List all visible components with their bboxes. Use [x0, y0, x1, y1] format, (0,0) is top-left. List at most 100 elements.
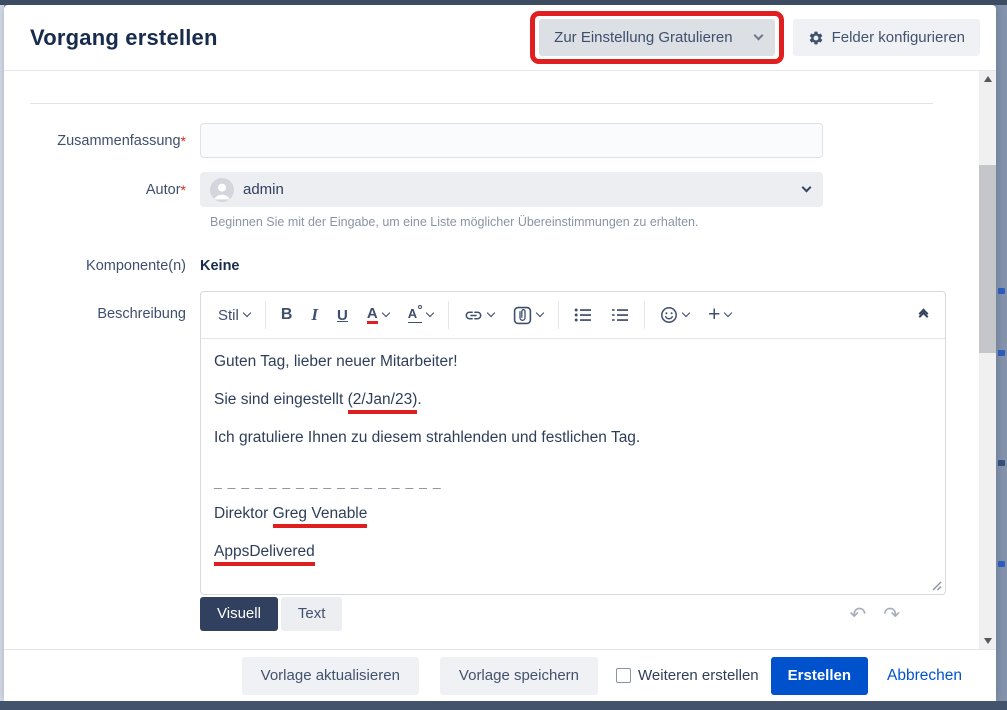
description-label: Beschreibung	[14, 291, 200, 322]
plus-icon: +	[708, 304, 720, 325]
editor-content[interactable]: Guten Tag, lieber neuer Mitarbeiter! Sie…	[201, 339, 945, 594]
undo-icon[interactable]: ↶	[849, 604, 866, 624]
avatar	[210, 178, 234, 202]
editor-tabstrip: Visuell Text ↶ ↷	[200, 595, 946, 632]
chevron-down-icon	[802, 183, 812, 193]
paragraph-signature: Direktor Greg Venable	[214, 503, 932, 525]
chevron-down-icon	[536, 309, 544, 317]
style-dropdown-label: Stil	[218, 307, 239, 324]
font-size-glyph: A	[408, 307, 422, 322]
redo-icon[interactable]: ↷	[883, 604, 900, 624]
dialog-footer: Vorlage aktualisieren Vorlage speichern …	[4, 649, 996, 701]
scroll-up-arrow[interactable]	[979, 71, 996, 87]
paragraph-congrats: Ich gratuliere Ihnen zu diesem strahlend…	[214, 427, 932, 449]
tab-visual[interactable]: Visuell	[200, 597, 278, 631]
description-editor: Stil B I U A	[200, 291, 946, 632]
summary-row: Zusammenfassung*	[4, 123, 979, 158]
link-button[interactable]	[464, 306, 494, 325]
scroll-down-arrow[interactable]	[979, 633, 996, 649]
components-label: Komponente(n)	[14, 258, 200, 274]
chevron-down-icon	[682, 309, 690, 317]
bold-button[interactable]: B	[281, 306, 293, 324]
components-row: Komponente(n) Keine	[4, 258, 979, 274]
link-icon	[464, 306, 483, 325]
emoji-icon	[660, 306, 678, 324]
backdrop-fragment	[998, 288, 1005, 294]
backdrop-bottom-strip	[0, 701, 1007, 710]
update-template-button[interactable]: Vorlage aktualisieren	[242, 657, 419, 695]
backdrop-right-strip	[996, 5, 1007, 701]
tab-text[interactable]: Text	[281, 597, 343, 631]
italic-button[interactable]: I	[311, 305, 318, 325]
dialog-header: Vorgang erstellen Zur Einstellung Gratul…	[4, 5, 996, 71]
form-divider	[30, 103, 933, 104]
gear-icon	[808, 30, 824, 46]
summary-input[interactable]	[200, 123, 823, 158]
configure-fields-label: Felder konfigurieren	[832, 29, 965, 46]
backdrop-fragment	[998, 561, 1005, 567]
insert-more-button[interactable]: +	[708, 306, 731, 325]
resize-handle[interactable]	[930, 579, 942, 591]
dialog-body: Zusammenfassung* Autor* admin Beginnen S…	[4, 71, 996, 649]
red-underline-annotation: (2/Jan/23)	[348, 391, 418, 414]
emoji-button[interactable]	[660, 306, 689, 324]
paperclip-icon	[513, 306, 532, 325]
chevron-down-icon	[243, 309, 251, 317]
save-template-button[interactable]: Vorlage speichern	[440, 657, 598, 695]
bullet-list-button[interactable]	[574, 307, 592, 323]
toolbar-group-extras: +	[644, 301, 746, 329]
vertical-scrollbar[interactable]	[979, 71, 996, 649]
create-issue-dialog: Vorgang erstellen Zur Einstellung Gratul…	[4, 5, 996, 701]
form-scroll-area: Zusammenfassung* Autor* admin Beginnen S…	[4, 71, 979, 649]
font-size-button[interactable]: A	[408, 307, 433, 322]
required-asterisk: *	[181, 133, 186, 149]
numbered-list-button[interactable]	[611, 307, 629, 323]
style-dropdown[interactable]: Stil	[218, 307, 250, 324]
toolbar-group-lists	[558, 301, 644, 329]
author-label: Autor*	[14, 182, 200, 198]
paragraph-company: AppsDelivered	[214, 541, 932, 563]
template-dropdown-button[interactable]: Zur Einstellung Gratulieren	[539, 19, 774, 56]
required-asterisk: *	[181, 182, 186, 198]
chevron-down-icon	[487, 309, 495, 317]
collapse-toolbar-button[interactable]	[920, 310, 929, 320]
chevron-down-icon	[381, 309, 389, 317]
create-button[interactable]: Erstellen	[771, 657, 868, 695]
text-color-button[interactable]: A	[367, 306, 389, 325]
template-dropdown-label: Zur Einstellung Gratulieren	[554, 29, 732, 46]
bullet-list-icon	[574, 307, 592, 323]
toolbar-group-format: B I U A A	[265, 301, 448, 329]
create-another-group: Weiteren erstellen	[616, 667, 759, 684]
author-helper-text: Beginnen Sie mit der Eingabe, um eine Li…	[210, 215, 979, 229]
underline-button[interactable]: U	[337, 307, 348, 324]
summary-label: Zusammenfassung*	[14, 133, 200, 149]
author-select[interactable]: admin	[200, 172, 823, 207]
backdrop-top-strip	[0, 0, 1007, 5]
attachment-button[interactable]	[513, 306, 543, 325]
create-another-label: Weiteren erstellen	[638, 667, 759, 684]
toolbar-group-insert	[448, 301, 558, 329]
create-another-checkbox[interactable]	[616, 668, 631, 683]
text-color-glyph: A	[367, 306, 378, 325]
editor-toolbar: Stil B I U A	[201, 292, 945, 339]
paragraph-greeting: Guten Tag, lieber neuer Mitarbeiter!	[214, 351, 932, 373]
chevron-down-icon	[426, 309, 434, 317]
backdrop-fragment	[998, 460, 1005, 466]
author-row: Autor* admin	[4, 172, 979, 207]
page-title: Vorgang erstellen	[30, 25, 530, 51]
red-annotation-box: Zur Einstellung Gratulieren	[530, 11, 783, 64]
cancel-link[interactable]: Abbrechen	[881, 666, 968, 686]
red-underline-annotation: AppsDelivered	[214, 543, 315, 566]
scrollbar-thumb[interactable]	[979, 165, 996, 353]
chevron-down-icon	[753, 31, 763, 41]
numbered-list-icon	[611, 307, 629, 323]
undo-redo-group: ↶ ↷	[849, 604, 900, 624]
chevron-down-icon	[724, 309, 732, 317]
components-value: Keine	[200, 258, 240, 274]
backdrop-fragment	[998, 350, 1005, 356]
paragraph-hired: Sie sind eingestellt (2/Jan/23).	[214, 389, 932, 411]
red-underline-annotation: Greg Venable	[273, 505, 368, 528]
author-value: admin	[243, 181, 284, 198]
toolbar-group-style: Stil	[203, 301, 265, 329]
configure-fields-button[interactable]: Felder konfigurieren	[793, 19, 980, 56]
